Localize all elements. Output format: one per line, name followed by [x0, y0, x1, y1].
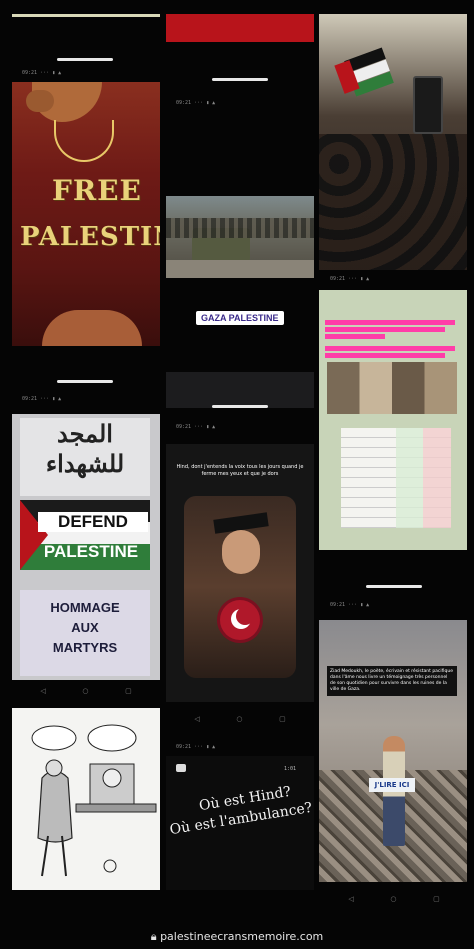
hashtag-gaza-palestine[interactable]: GAZA PALESTINE — [196, 311, 284, 325]
free-palestine-photo[interactable]: FREE PALESTIN — [12, 82, 160, 346]
hand — [26, 90, 54, 112]
table-green-col — [396, 428, 423, 528]
table-red-col — [423, 428, 451, 528]
red-crescent-icon[interactable] — [220, 600, 260, 640]
belly — [42, 310, 142, 346]
flag-rally-photo[interactable] — [319, 14, 467, 270]
pink-text-line — [325, 353, 445, 358]
status-bar: 09:21 ··· ▮ ▲ — [22, 70, 62, 76]
nav-bar: ◁ ○ ▢ — [330, 894, 458, 904]
hostage-photos — [327, 362, 457, 414]
armored-vehicle-photo[interactable] — [166, 196, 314, 278]
comparison-table — [341, 428, 451, 528]
hommage-line-2: AUX — [71, 620, 99, 635]
necklace — [54, 120, 114, 162]
pink-text-line — [325, 327, 445, 332]
home-icon[interactable]: ○ — [390, 895, 396, 903]
back-icon[interactable]: ◁ — [348, 895, 353, 903]
gaza-ruins-photo[interactable]: Ziad Medoukh, le poète, écrivain et rési… — [319, 620, 467, 882]
drag-handle[interactable] — [366, 585, 422, 588]
story-time: 1:01 — [284, 766, 297, 772]
crowd-heads — [319, 134, 467, 270]
camera-icon[interactable] — [176, 764, 186, 772]
arabic-line-2: للشهداء — [45, 451, 125, 478]
status-bar: 09:21 ··· ▮ ▲ — [330, 602, 370, 608]
home-icon[interactable]: ○ — [236, 715, 242, 723]
recents-icon[interactable]: ▢ — [433, 895, 440, 903]
nav-bar: ◁ ○ ▢ — [176, 714, 304, 724]
drag-handle[interactable] — [212, 78, 268, 81]
home-icon[interactable]: ○ — [82, 687, 88, 695]
sign-board: J'LIRE ICI — [369, 778, 415, 792]
defend-text: DEFEND — [38, 512, 148, 532]
status-bar: 09:21 ··· ▮ ▲ — [176, 424, 216, 430]
phone-raised — [413, 76, 443, 134]
footer-link[interactable]: palestineecransmemoire.com — [160, 930, 323, 943]
martyrs-poster[interactable]: المجد للشهداء DEFEND PALESTINE HOMMAGE A… — [12, 414, 160, 680]
drag-handle[interactable] — [57, 380, 113, 383]
pink-text-line — [325, 320, 455, 325]
ambulance-story[interactable]: 1:01 Où est Hind? Où est l'ambulance? — [166, 756, 314, 890]
hind-photo — [184, 496, 296, 678]
pink-text-line — [325, 334, 385, 339]
palestine-text: PALESTINE — [43, 542, 139, 561]
status-bar: 09:21 ··· ▮ ▲ — [22, 396, 62, 402]
top-bar-col1 — [12, 14, 160, 17]
crowd — [166, 218, 314, 238]
red-strip — [166, 14, 314, 42]
cartoon-drawing[interactable] — [12, 708, 160, 890]
road — [166, 260, 314, 278]
lock-icon: 🔒︎ — [150, 930, 161, 943]
recents-icon[interactable]: ▢ — [279, 715, 286, 723]
status-bar: 09:21 ··· ▮ ▲ — [176, 100, 216, 106]
back-icon[interactable]: ◁ — [194, 715, 199, 723]
status-bar: 09:21 ··· ▮ ▲ — [330, 276, 370, 282]
pink-text-story[interactable] — [319, 290, 467, 550]
hommage-line-1: HOMMAGE — [50, 600, 120, 615]
status-bar: 09:21 ··· ▮ ▲ — [176, 744, 216, 750]
shirt-text-free: FREE — [52, 174, 142, 207]
gaza-caption: Ziad Medoukh, le poète, écrivain et rési… — [327, 666, 457, 696]
pink-text-line — [325, 346, 455, 351]
shirt-text-palestine: PALESTIN — [20, 222, 160, 252]
cartoon-svg — [31, 724, 157, 877]
recents-icon[interactable]: ▢ — [125, 687, 132, 695]
arabic-line-1: المجد — [57, 421, 113, 448]
footer-url[interactable]: 🔒︎ palestineecransmemoire.com — [0, 930, 474, 944]
nav-bar: ◁ ○ ▢ — [22, 686, 150, 696]
hommage-line-3: MARTYRS — [52, 640, 118, 655]
drag-handle[interactable] — [57, 58, 113, 61]
crescent-cutout — [236, 607, 254, 625]
drag-handle[interactable] — [212, 405, 268, 408]
hind-caption: Hind, dont j'entends la voix tous les jo… — [176, 464, 304, 477]
dark-gray-bar — [166, 372, 314, 408]
back-icon[interactable]: ◁ — [40, 687, 45, 695]
hind-story[interactable]: Hind, dont j'entends la voix tous les jo… — [166, 444, 314, 702]
child-face — [222, 530, 260, 574]
